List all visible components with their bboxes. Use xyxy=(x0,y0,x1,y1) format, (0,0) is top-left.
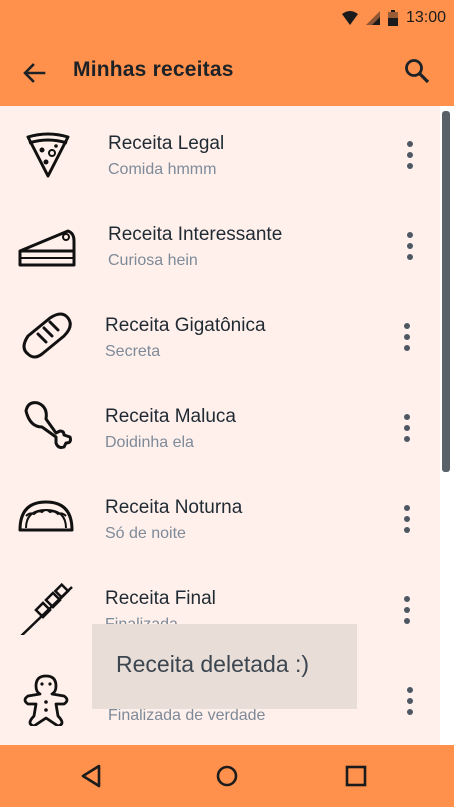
chicken-leg-icon xyxy=(24,401,72,449)
page-title: Minhas receitas xyxy=(73,58,234,81)
scrollbar[interactable] xyxy=(442,111,450,472)
status-icons: 13:00 xyxy=(341,8,446,28)
status-bar: 13:00 xyxy=(0,0,454,36)
recipe-title: Receita Interessante xyxy=(108,224,283,245)
signal-icon xyxy=(365,11,380,25)
more-options-icon[interactable] xyxy=(402,323,412,359)
list-item[interactable]: Receita Legal Comida hmmm xyxy=(0,106,440,197)
list-item[interactable]: Receita Gigatônica Secreta xyxy=(0,288,440,379)
recipe-title: Receita Final xyxy=(105,588,216,609)
system-navigation-bar xyxy=(0,745,454,807)
list-item[interactable]: Receita Noturna Só de noite xyxy=(0,470,440,561)
nav-recents-icon[interactable] xyxy=(343,763,369,789)
list-item[interactable]: Receita Maluca Doidinha ela xyxy=(0,379,440,470)
recipe-title: Receita Noturna xyxy=(105,497,243,518)
more-options-icon[interactable] xyxy=(402,414,412,450)
recipe-subtitle: Só de noite xyxy=(105,525,186,542)
nav-back-icon[interactable] xyxy=(79,763,105,789)
search-icon[interactable] xyxy=(403,57,431,85)
app-bar: Minhas receitas xyxy=(0,36,454,106)
bread-icon xyxy=(22,312,72,359)
recipe-subtitle: Doidinha ela xyxy=(105,434,194,451)
arrow-back-icon[interactable] xyxy=(20,59,48,87)
recipe-subtitle: Comida hmmm xyxy=(108,161,217,178)
wifi-icon xyxy=(341,11,358,25)
pizza-slice-icon xyxy=(26,132,70,178)
skewer-icon xyxy=(20,582,73,635)
recipe-title: Receita Legal xyxy=(108,133,225,154)
more-options-icon[interactable] xyxy=(402,505,412,541)
taco-icon xyxy=(18,500,74,532)
recipe-title: Receita Gigatônica xyxy=(105,315,266,336)
status-time: 13:00 xyxy=(405,9,446,26)
more-options-icon[interactable] xyxy=(405,687,415,723)
list-item[interactable]: Receita Interessante Curiosa hein xyxy=(0,197,440,288)
gingerbread-man-icon xyxy=(23,674,69,726)
more-options-icon[interactable] xyxy=(405,141,415,177)
recipe-subtitle: Finalizada de verdade xyxy=(108,707,266,724)
more-options-icon[interactable] xyxy=(402,596,412,632)
cake-slice-icon xyxy=(18,229,76,267)
nav-home-icon[interactable] xyxy=(214,763,240,789)
toast-message: Receita deletada :) xyxy=(116,651,310,677)
more-options-icon[interactable] xyxy=(405,232,415,268)
recipe-subtitle: Secreta xyxy=(105,343,161,360)
recipe-title: Receita Maluca xyxy=(105,406,236,427)
snackbar-toast: Receita deletada :) xyxy=(92,624,357,709)
recipe-subtitle: Curiosa hein xyxy=(108,252,198,269)
battery-icon xyxy=(387,10,398,26)
